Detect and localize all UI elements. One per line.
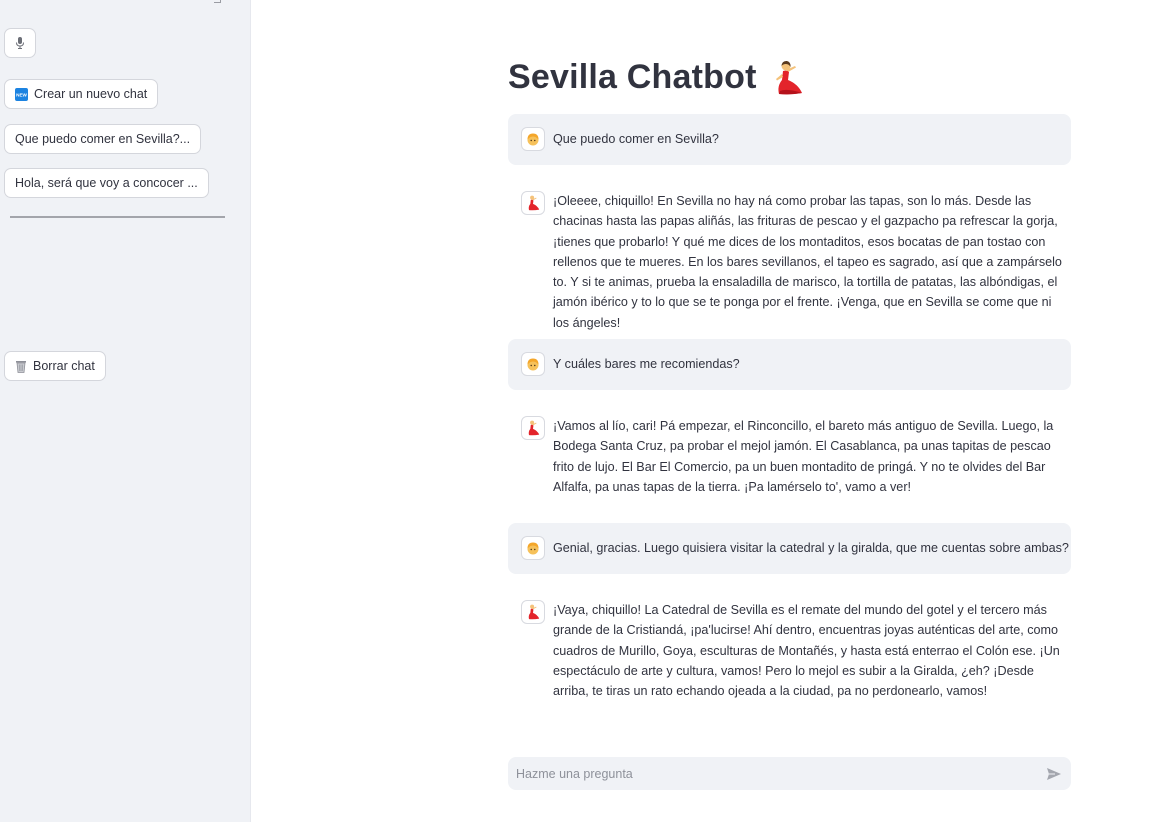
user-message: Y cuáles bares me recomiendas? bbox=[508, 339, 1071, 390]
clear-chat-button[interactable]: Borrar chat bbox=[4, 351, 106, 381]
chat-history-item[interactable]: Que puedo comer en Sevilla?... bbox=[4, 124, 202, 154]
assistant-message: ¡Oleeee, chiquillo! En Sevilla no hay ná… bbox=[508, 181, 1071, 330]
new-chat-label: Crear un nuevo chat bbox=[34, 87, 148, 101]
new-chat-button[interactable]: NEW Crear un nuevo chat bbox=[4, 79, 159, 109]
clear-chat-label: Borrar chat bbox=[33, 359, 95, 373]
person-blond-hair-icon bbox=[521, 352, 545, 376]
chat-input-bar bbox=[508, 757, 1071, 790]
message-text: Que puedo comer en Sevilla? bbox=[553, 132, 719, 146]
flamenco-dancer-icon bbox=[521, 416, 545, 440]
microphone-icon bbox=[15, 36, 25, 50]
flamenco-dancer-icon bbox=[521, 600, 545, 624]
new-badge-icon: NEW bbox=[15, 87, 28, 101]
assistant-message: ¡Vaya, chiquillo! La Catedral de Sevilla… bbox=[508, 590, 1071, 710]
send-icon bbox=[1046, 767, 1062, 781]
send-button[interactable] bbox=[1045, 765, 1063, 783]
page-title: Sevilla Chatbot bbox=[508, 58, 805, 97]
page-title-text: Sevilla Chatbot bbox=[508, 58, 757, 96]
chat-history-label: Que puedo comer en Sevilla?... bbox=[15, 132, 191, 146]
message-text: ¡Oleeee, chiquillo! En Sevilla no hay ná… bbox=[553, 194, 1062, 330]
message-text: ¡Vamos al lío, cari! Pá empezar, el Rinc… bbox=[553, 419, 1054, 494]
user-message: Que puedo comer en Sevilla? bbox=[508, 114, 1071, 165]
chat-history-item[interactable]: Hola, será que voy a concocer ... bbox=[4, 168, 209, 198]
flamenco-dancer-icon bbox=[771, 60, 805, 96]
person-blond-hair-icon bbox=[521, 536, 545, 560]
microphone-button[interactable] bbox=[4, 28, 36, 58]
sidebar-divider bbox=[10, 216, 225, 218]
wastebasket-icon bbox=[15, 360, 27, 373]
flamenco-dancer-icon bbox=[521, 191, 545, 215]
chat-input[interactable] bbox=[508, 757, 1028, 790]
user-message: Genial, gracias. Luego quisiera visitar … bbox=[508, 523, 1071, 574]
sidebar-collapse-icon[interactable] bbox=[214, 0, 221, 3]
message-text: ¡Vaya, chiquillo! La Catedral de Sevilla… bbox=[553, 603, 1060, 699]
chat-history-label: Hola, será que voy a concocer ... bbox=[15, 176, 198, 190]
assistant-message: ¡Vamos al lío, cari! Pá empezar, el Rinc… bbox=[508, 406, 1071, 506]
message-text: Genial, gracias. Luego quisiera visitar … bbox=[553, 541, 1069, 555]
sidebar: NEW Crear un nuevo chat Que puedo comer … bbox=[0, 0, 251, 822]
person-blond-hair-icon bbox=[521, 127, 545, 151]
message-text: Y cuáles bares me recomiendas? bbox=[553, 357, 740, 371]
svg-text:NEW: NEW bbox=[16, 92, 27, 97]
